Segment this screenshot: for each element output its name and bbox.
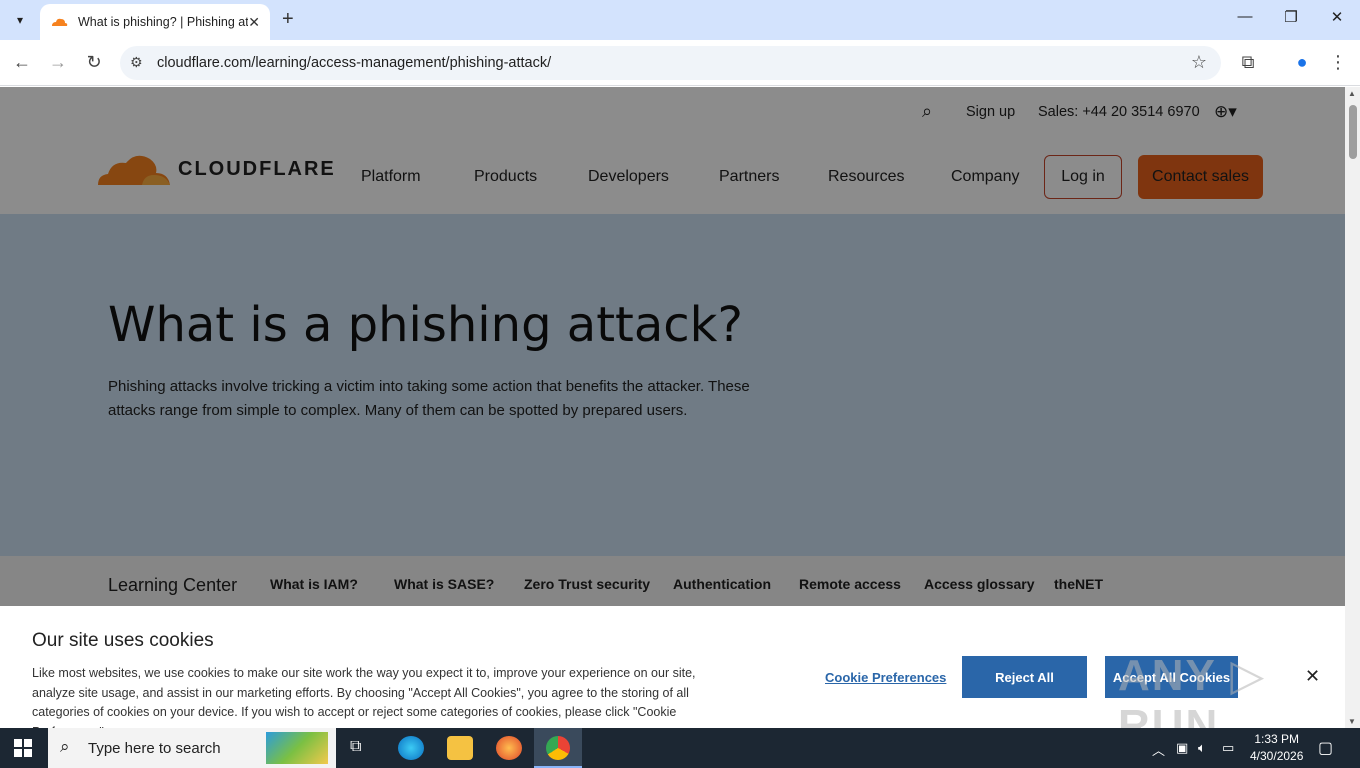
anyrun-watermark: ANY ▷ RUN (1118, 651, 1267, 728)
firefox-icon[interactable] (496, 736, 522, 760)
chrome-taskbar-button[interactable] (534, 728, 582, 768)
tab-title: What is phishing? | Phishing att (78, 15, 248, 29)
tray-chevron-icon[interactable]: ︿ (1152, 740, 1165, 759)
profile-icon[interactable]: ● (1290, 52, 1314, 73)
cookie-preferences-link[interactable]: Cookie Preferences (825, 670, 946, 685)
cloudflare-favicon-icon (52, 18, 68, 26)
new-tab-icon[interactable]: + (282, 8, 294, 31)
chrome-icon (546, 736, 570, 760)
clock-time: 1:33 PM (1254, 732, 1300, 746)
back-icon[interactable]: ← (10, 52, 34, 73)
web-page: ⌕ Sign up Sales: +44 20 3514 6970 ⊕▾ CLO… (0, 87, 1345, 728)
address-bar[interactable]: ⚙ cloudflare.com/learning/access-managem… (120, 46, 1221, 80)
close-window-icon[interactable]: ✕ (1322, 8, 1352, 26)
scroll-down-arrow-icon[interactable]: ▼ (1348, 717, 1356, 726)
network-icon[interactable]: ▭ (1222, 740, 1234, 756)
browser-tab-bar: ▾ What is phishing? | Phishing att ✕ + —… (0, 0, 1360, 40)
cookie-title: Our site uses cookies (32, 630, 214, 651)
cookie-close-icon[interactable]: ✕ (1305, 666, 1320, 687)
reject-all-button[interactable]: Reject All (962, 656, 1087, 698)
volume-icon[interactable]: 🔈︎ (1198, 740, 1206, 756)
tab-close-icon[interactable]: ✕ (248, 14, 260, 31)
extensions-icon[interactable]: ⧉ (1236, 52, 1260, 73)
reload-icon[interactable]: ↻ (82, 52, 106, 73)
notification-icon[interactable]: ▢ (1318, 738, 1333, 758)
taskbar-search-box[interactable]: ⌕ Type here to search (48, 728, 336, 768)
taskbar-clock[interactable]: 1:33 PM 4/30/2026 (1250, 731, 1303, 765)
bookmark-star-icon[interactable]: ☆ (1191, 52, 1207, 73)
clock-date: 4/30/2026 (1250, 749, 1304, 763)
search-highlight-icon (266, 732, 328, 764)
page-scrollbar[interactable]: ▲ ▼ (1345, 87, 1360, 728)
menu-dots-icon[interactable]: ⋮ (1326, 52, 1350, 73)
taskbar-search-icon: ⌕ (60, 737, 70, 756)
restore-icon[interactable]: ❐ (1276, 8, 1306, 26)
file-explorer-icon[interactable] (447, 736, 473, 760)
browser-tab[interactable]: What is phishing? | Phishing att ✕ (40, 4, 270, 40)
scroll-thumb[interactable] (1349, 105, 1357, 159)
cookie-banner: Our site uses cookies Like most websites… (0, 606, 1345, 728)
cookie-text: Like most websites, we use cookies to ma… (32, 666, 696, 728)
site-settings-icon[interactable]: ⚙ (130, 54, 143, 71)
tab-search-chevron-icon[interactable]: ▾ (8, 8, 32, 32)
taskbar-search-placeholder: Type here to search (88, 740, 221, 757)
windows-taskbar: ⌕ Type here to search ⧉ ︿ ▣ 🔈︎ ▭ 1:33 PM… (0, 728, 1360, 768)
windows-start-icon[interactable] (14, 739, 32, 757)
task-view-icon[interactable]: ⧉ (350, 738, 376, 762)
minimize-icon[interactable]: — (1230, 8, 1260, 25)
browser-toolbar: ← → ↻ ⚙ cloudflare.com/learning/access-m… (0, 40, 1360, 86)
scroll-up-arrow-icon[interactable]: ▲ (1348, 89, 1356, 98)
url-text[interactable]: cloudflare.com/learning/access-managemen… (157, 55, 551, 71)
forward-icon[interactable]: → (46, 52, 70, 73)
edge-icon[interactable] (398, 736, 424, 760)
tray-meet-icon[interactable]: ▣ (1176, 740, 1188, 756)
